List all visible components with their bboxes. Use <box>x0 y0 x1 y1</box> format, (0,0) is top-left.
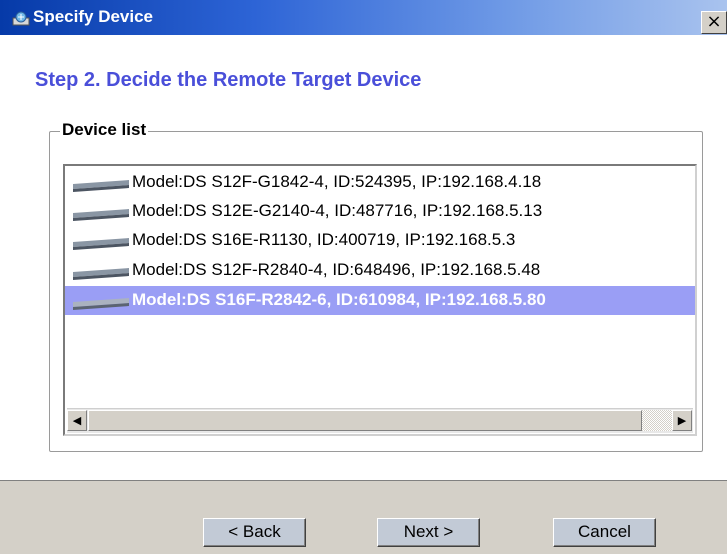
device-label: Model:DS S16E-R1130, ID:400719, IP:192.1… <box>132 230 516 249</box>
horizontal-scrollbar[interactable]: ◀ ▶ <box>67 408 693 433</box>
network-device-icon <box>73 298 129 310</box>
scroll-right-button[interactable]: ▶ <box>672 410 692 431</box>
scroll-left-button[interactable]: ◀ <box>67 410 87 431</box>
device-list-item[interactable]: Model:DS S12F-G1842-4, ID:524395, IP:192… <box>65 168 695 197</box>
device-label: Model:DS S16F-R2842-6, ID:610984, IP:192… <box>132 290 546 309</box>
device-list-legend: Device list <box>60 120 149 140</box>
device-list-item[interactable]: Model:DS S16E-R1130, ID:400719, IP:192.1… <box>65 226 695 255</box>
device-label: Model:DS S12F-R2840-4, ID:648496, IP:192… <box>132 260 541 279</box>
title-bar: Specify Device × <box>0 0 727 35</box>
device-listbox[interactable]: Model:DS S12F-G1842-4, ID:524395, IP:192… <box>63 164 697 436</box>
cancel-button[interactable]: Cancel <box>553 518 656 547</box>
device-label: Model:DS S12F-G1842-4, ID:524395, IP:192… <box>132 172 542 191</box>
device-list-item[interactable]: Model:DS S12E-G2140-4, ID:487716, IP:192… <box>65 197 695 226</box>
next-button[interactable]: Next > <box>377 518 480 547</box>
device-list-item[interactable]: Model:DS S12F-R2840-4, ID:648496, IP:192… <box>65 256 695 285</box>
step-title: Step 2. Decide the Remote Target Device <box>35 69 422 91</box>
device-list-item-selected[interactable]: Model:DS S16F-R2842-6, ID:610984, IP:192… <box>65 286 695 315</box>
window-title: Specify Device <box>33 7 154 26</box>
app-icon <box>12 11 30 26</box>
network-device-icon <box>73 180 129 192</box>
network-device-icon <box>73 268 129 280</box>
back-button[interactable]: < Back <box>203 518 306 547</box>
device-label: Model:DS S12E-G2140-4, ID:487716, IP:192… <box>132 201 543 220</box>
close-button[interactable]: × <box>701 11 727 34</box>
network-device-icon <box>73 238 129 250</box>
scroll-thumb[interactable] <box>88 410 642 431</box>
scroll-track[interactable] <box>642 410 672 431</box>
network-device-icon <box>73 209 129 221</box>
